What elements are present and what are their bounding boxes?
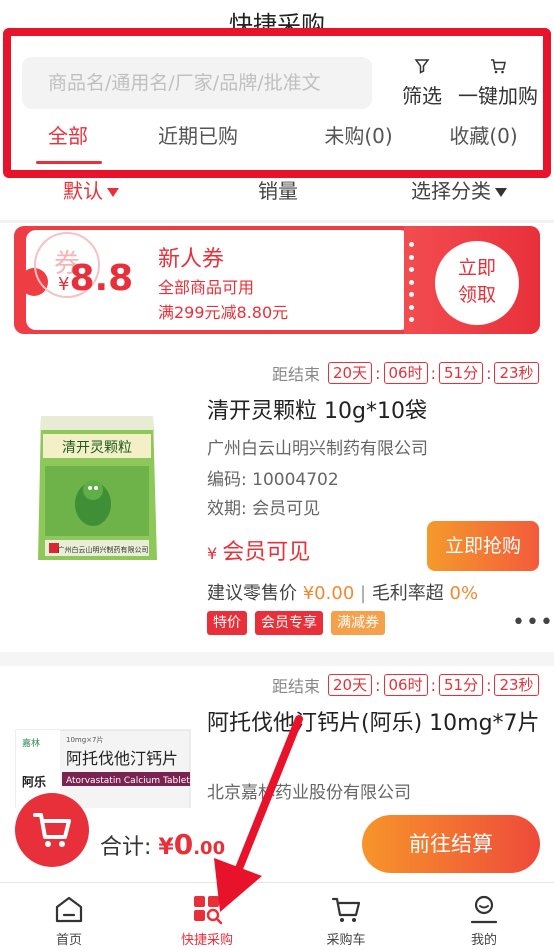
cart-small-icon	[456, 56, 540, 78]
product-countdown: 距结束 20天: 06时: 51分: 23秒	[272, 361, 542, 385]
coupon-title: 新人券	[158, 247, 225, 272]
home-icon	[55, 896, 83, 923]
product-image-maker: 广州白云山明兴制药有限公司	[58, 545, 149, 554]
filter-label: 筛选	[402, 84, 442, 108]
sort-category-label: 选择分类	[411, 179, 491, 203]
coupon-perforation	[409, 242, 419, 322]
buy-now-button[interactable]: 立即抢购	[427, 521, 539, 571]
retail-value: ¥0.00	[302, 583, 355, 604]
nav-quick-purchase[interactable]: 快捷采购	[157, 883, 257, 950]
total-currency: ¥	[158, 835, 174, 860]
section-gap	[0, 652, 554, 666]
coupon-scope: 全部商品可用	[158, 278, 255, 297]
retail-info: 建议零售价 ¥0.00 | 毛利率超 0%	[207, 583, 479, 604]
product-tags: 特价 会员专享 满减券	[207, 611, 393, 635]
checkout-button[interactable]: 前往结算	[362, 815, 540, 873]
product-name[interactable]: 阿托伐他汀钙片(阿乐) 10mg*7片	[207, 708, 542, 740]
product-expiry: 效期: 会员可见	[207, 499, 321, 519]
coupon-amount: ¥8.8	[58, 258, 133, 299]
product-image-title: 阿托伐他汀钙片	[66, 749, 178, 768]
cart-icon	[33, 813, 71, 847]
quick-purchase-icon	[194, 896, 223, 925]
product-countdown: 距结束 20天: 06时: 51分: 23秒	[272, 673, 542, 697]
cart-icon	[331, 897, 361, 922]
nav-home[interactable]: 首页	[19, 883, 119, 950]
countdown-days: 20天	[328, 674, 373, 696]
quick-purchase-page: 快捷采购 商品名/通用名/厂家/品牌/批准文 筛选 一键加购 全部 近期已购 未…	[0, 0, 554, 950]
nav-profile[interactable]: 我的	[434, 883, 534, 950]
retail-label: 建议零售价	[207, 583, 297, 604]
sort-bar: 默认 销量 选择分类	[0, 176, 554, 216]
price-text: 会员可见	[222, 540, 311, 565]
margin-value: 0%	[449, 583, 479, 604]
sort-sales[interactable]: 销量	[258, 176, 298, 206]
product-image[interactable]: 清开灵颗粒 广州白云山明兴制药有限公司	[35, 410, 160, 570]
filter-button[interactable]: 筛选	[398, 56, 446, 109]
tag-member-only: 会员专享	[255, 611, 323, 635]
tag-special-price: 特价	[207, 611, 247, 635]
countdown-label: 距结束	[272, 677, 321, 696]
coupon-rule: 满299元减8.80元	[158, 303, 289, 322]
claim-line2: 领取	[457, 284, 496, 306]
countdown-days: 20天	[328, 362, 373, 384]
tab-all[interactable]: 全部	[18, 116, 118, 164]
total-amount-dec: .00	[193, 838, 226, 859]
price-currency: ¥	[207, 544, 218, 563]
filter-icon	[398, 56, 446, 78]
add-all-button[interactable]: 一键加购	[456, 56, 540, 109]
caret-down-icon	[495, 188, 507, 197]
margin-label: 毛利率超	[371, 583, 444, 604]
claim-coupon-button[interactable]: 立即 领取	[435, 241, 519, 325]
coupon-currency: ¥	[58, 274, 70, 295]
tab-not-purchased[interactable]: 未购(0)	[296, 116, 421, 160]
sort-default[interactable]: 默认	[63, 176, 119, 206]
product-price: ¥ 会员可见	[207, 534, 310, 566]
add-all-label: 一键加购	[458, 84, 538, 108]
sort-default-label: 默认	[63, 179, 103, 203]
countdown-label: 距结束	[272, 365, 321, 384]
total-label: 合计:	[100, 835, 152, 860]
tag-discount-coupon: 满减券	[331, 611, 385, 635]
divider	[0, 220, 554, 223]
search-input[interactable]: 商品名/通用名/厂家/品牌/批准文	[22, 57, 372, 109]
countdown-hours: 06时	[383, 362, 428, 384]
cart-total: 合计: ¥0.00	[100, 828, 225, 861]
product-name[interactable]: 清开灵颗粒 10g*10袋	[207, 396, 427, 428]
caret-down-icon	[107, 188, 119, 197]
countdown-minutes: 51分	[438, 674, 484, 696]
product-manufacturer: 广州白云山明兴制药有限公司	[207, 439, 428, 459]
tab-recent[interactable]: 近期已购	[118, 116, 278, 160]
product-code: 编码: 10004702	[207, 470, 339, 490]
sort-category[interactable]: 选择分类	[411, 176, 507, 206]
product-image-title: 清开灵颗粒	[62, 440, 132, 456]
bottom-nav: 首页 快捷采购 采购车 我的	[0, 882, 554, 950]
countdown-minutes: 51分	[438, 362, 484, 384]
product-image-spec: 10mg×7片	[66, 735, 104, 744]
countdown-hours: 06时	[383, 674, 428, 696]
nav-cart-label: 采购车	[326, 933, 366, 948]
coupon-amount-value: 8.8	[69, 258, 134, 299]
tab-favorites[interactable]: 收藏(0)	[421, 116, 546, 160]
cart-button[interactable]	[15, 793, 89, 867]
claim-line1: 立即	[457, 257, 496, 279]
product-manufacturer: 北京嘉林药业股份有限公司	[207, 783, 411, 803]
product-image-brand: 阿乐	[22, 774, 46, 789]
total-amount-int: 0	[173, 828, 194, 861]
countdown-seconds: 23秒	[494, 362, 539, 384]
product-image-maker: 嘉林	[22, 737, 40, 749]
profile-icon	[470, 895, 498, 924]
more-options-icon[interactable]: •••	[512, 610, 554, 635]
nav-cart[interactable]: 采购车	[296, 883, 396, 950]
product-image-en: Atorvastatin Calcium Tablets	[66, 776, 192, 786]
nav-home-label: 首页	[55, 933, 82, 948]
nav-quick-purchase-label: 快捷采购	[180, 933, 233, 948]
countdown-seconds: 23秒	[494, 674, 539, 696]
nav-profile-label: 我的	[470, 933, 497, 948]
tab-bar: 全部 近期已购 未购(0) 收藏(0)	[18, 116, 538, 164]
